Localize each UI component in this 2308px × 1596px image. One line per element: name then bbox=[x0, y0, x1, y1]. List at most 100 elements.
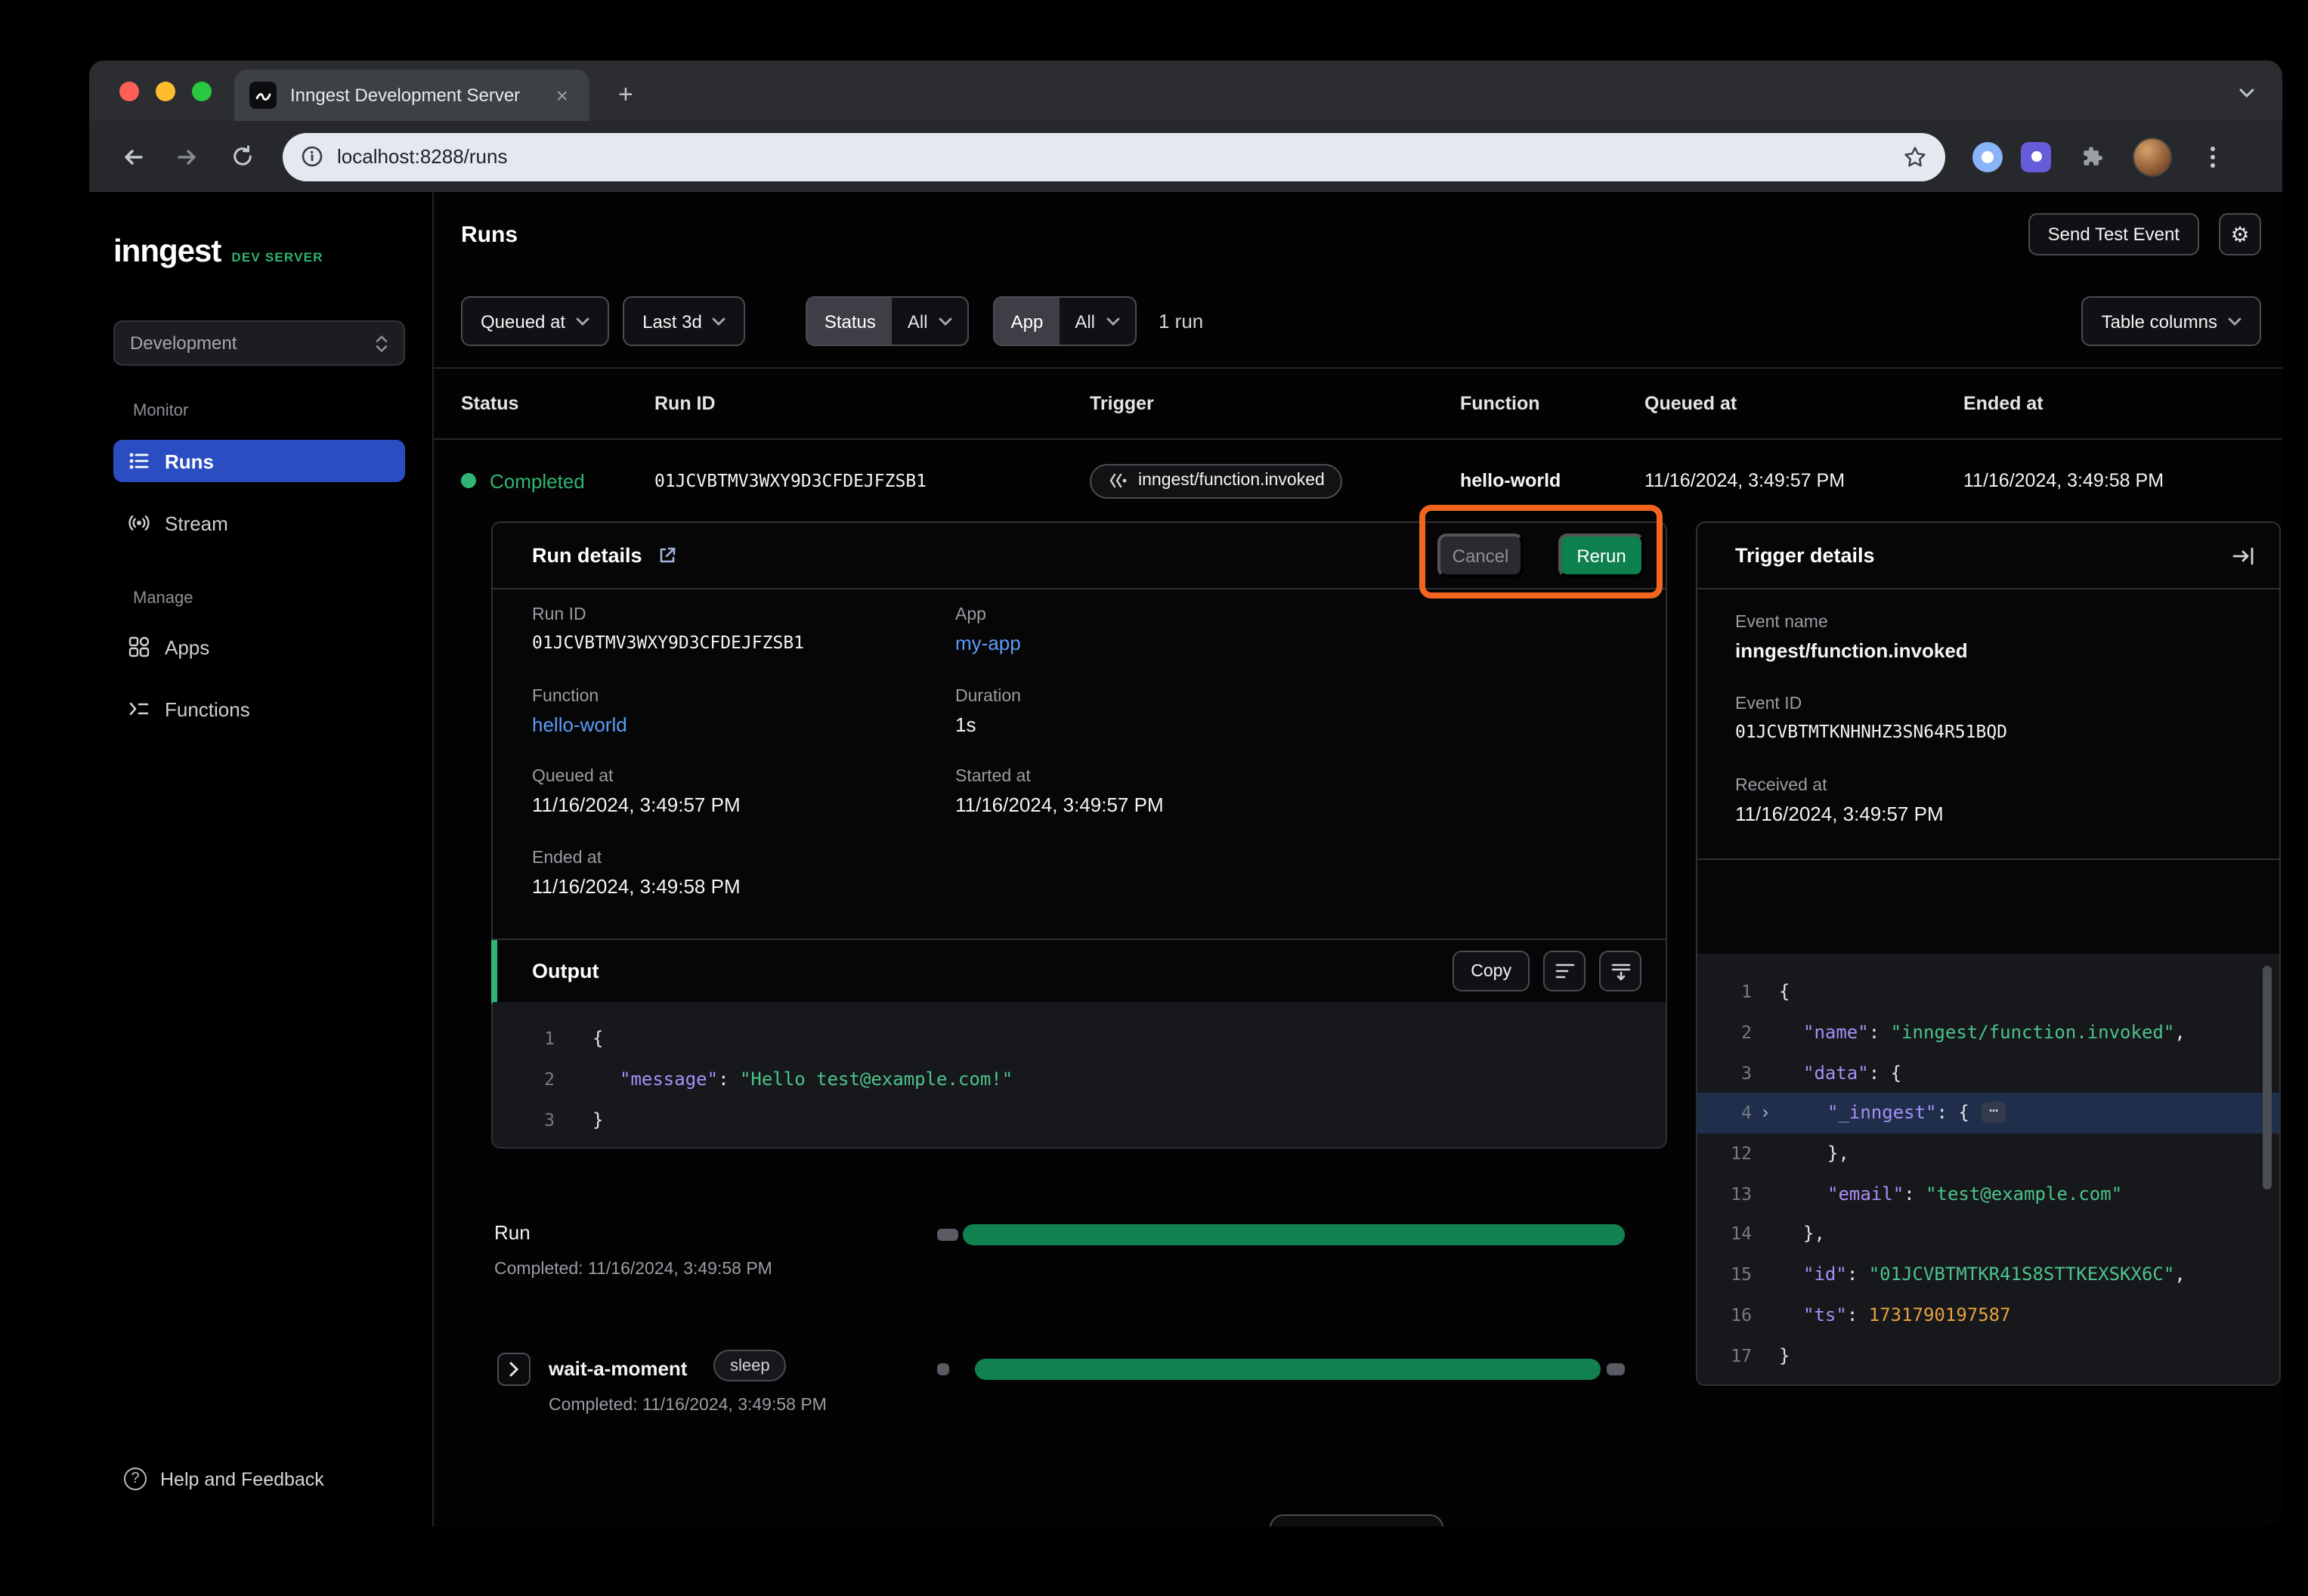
code-token: : bbox=[1904, 1183, 1926, 1205]
inngest-logo: inngest bbox=[113, 234, 221, 271]
browser-menu-icon[interactable] bbox=[2190, 134, 2235, 179]
column-status[interactable]: Status bbox=[434, 393, 654, 414]
field-label: Received at bbox=[1735, 777, 1944, 795]
site-info-icon[interactable] bbox=[301, 145, 323, 168]
code-token: }, bbox=[1803, 1223, 1825, 1245]
forward-icon[interactable] bbox=[165, 134, 210, 179]
jump-to-bottom-button[interactable] bbox=[1599, 951, 1641, 991]
tab-close-icon[interactable]: × bbox=[550, 82, 574, 109]
code-line-collapsed[interactable]: 4 › "_inngest" : { ⋯ bbox=[1697, 1093, 2279, 1133]
url-text[interactable]: localhost:8288/runs bbox=[337, 145, 1889, 168]
cancel-button[interactable]: Cancel bbox=[1437, 534, 1524, 577]
trigger-details-header: Trigger details bbox=[1697, 523, 2279, 589]
code-token: "data" bbox=[1803, 1062, 1869, 1083]
profile-avatar[interactable] bbox=[2133, 137, 2172, 176]
trigger-badge[interactable]: inngest/function.invoked bbox=[1090, 463, 1343, 498]
row-run-id: 01JCVBTMV3WXY9D3CFDEJFZSB1 bbox=[654, 470, 927, 491]
reload-icon[interactable] bbox=[219, 134, 265, 179]
code-token: "ts" bbox=[1803, 1304, 1847, 1325]
settings-button[interactable]: ⚙ bbox=[2219, 213, 2261, 255]
sidebar-item-functions[interactable]: Functions bbox=[113, 688, 405, 730]
extensions-puzzle-icon[interactable] bbox=[2069, 134, 2115, 179]
sidebar-item-runs[interactable]: Runs bbox=[113, 440, 405, 482]
column-run-id[interactable]: Run ID bbox=[654, 393, 1090, 414]
environment-select[interactable]: Development bbox=[113, 320, 405, 366]
app-filter[interactable]: App All bbox=[993, 296, 1136, 346]
field-app: App my-app bbox=[955, 606, 1021, 654]
line-number: 14 bbox=[1697, 1223, 1752, 1245]
chevron-down-icon bbox=[713, 317, 726, 326]
wrap-lines-button[interactable] bbox=[1543, 951, 1586, 991]
column-queued-at[interactable]: Queued at bbox=[1644, 393, 1963, 414]
field-value: inngest/function.invoked bbox=[1735, 639, 1968, 662]
extension-pinned-icon[interactable] bbox=[2021, 141, 2051, 172]
code-token: "_inngest" bbox=[1827, 1103, 1937, 1124]
output-title: Output bbox=[532, 960, 599, 982]
app-link[interactable]: my-app bbox=[955, 632, 1021, 654]
time-range-filter[interactable]: Last 3d bbox=[623, 296, 746, 346]
close-window-button[interactable] bbox=[119, 82, 139, 101]
code-line: 14 }, bbox=[1697, 1214, 2279, 1254]
timeline-scroll-stub[interactable] bbox=[1270, 1514, 1443, 1526]
code-line: 17 } bbox=[1697, 1335, 2279, 1375]
scrollbar-thumb[interactable] bbox=[2263, 966, 2272, 1189]
field-label: Started at bbox=[955, 768, 1164, 786]
code-line: 15 "id" : "01JCVBTMTKR41S8STTKEXSKX6C" , bbox=[1697, 1254, 2279, 1294]
queued-at-filter[interactable]: Queued at bbox=[461, 296, 609, 346]
browser-tab[interactable]: Inngest Development Server × bbox=[234, 70, 589, 121]
timeline-step-bar[interactable] bbox=[975, 1359, 1601, 1380]
sidebar-item-stream[interactable]: Stream bbox=[113, 502, 405, 544]
timeline-step-name[interactable]: wait-a-moment bbox=[549, 1357, 687, 1380]
rerun-button[interactable]: Rerun bbox=[1558, 534, 1644, 577]
sidebar-item-label: Functions bbox=[165, 697, 250, 720]
trigger-details-title: Trigger details bbox=[1735, 544, 1875, 567]
tab-search-chevron-icon[interactable] bbox=[2238, 79, 2255, 106]
dock-right-icon[interactable] bbox=[2232, 546, 2255, 564]
timeline-run-label[interactable]: Run bbox=[494, 1221, 531, 1244]
expand-step-button[interactable] bbox=[497, 1353, 531, 1386]
code-token: } bbox=[592, 1109, 603, 1130]
line-number: 2 bbox=[493, 1068, 555, 1089]
output-copy-button[interactable]: Copy bbox=[1453, 951, 1530, 991]
line-number: 4 bbox=[1697, 1103, 1752, 1124]
code-token: "test@example.com" bbox=[1926, 1183, 2122, 1205]
table-columns-button[interactable]: Table columns bbox=[2082, 296, 2261, 346]
column-ended-at[interactable]: Ended at bbox=[1963, 393, 2282, 414]
event-payload-code: 1 { 2 "name" : "inngest/function.invoked… bbox=[1697, 954, 2279, 1384]
back-icon[interactable] bbox=[110, 134, 156, 179]
dev-server-badge: DEV SERVER bbox=[231, 249, 323, 264]
sidebar-item-apps[interactable]: Apps bbox=[113, 626, 405, 668]
column-function[interactable]: Function bbox=[1460, 393, 1644, 414]
field-label: Queued at bbox=[532, 768, 741, 786]
field-label: Run ID bbox=[532, 606, 804, 624]
column-trigger[interactable]: Trigger bbox=[1090, 393, 1460, 414]
bookmark-star-icon[interactable] bbox=[1903, 144, 1927, 169]
address-bar[interactable]: localhost:8288/runs bbox=[283, 132, 1945, 181]
fold-ellipsis[interactable]: ⋯ bbox=[1982, 1103, 2006, 1124]
code-token: "message" bbox=[620, 1068, 718, 1089]
logo: inngest DEV SERVER bbox=[113, 234, 323, 271]
timeline-run-bar[interactable] bbox=[963, 1224, 1625, 1245]
help-and-feedback[interactable]: ? Help and Feedback bbox=[124, 1468, 324, 1490]
open-in-new-icon[interactable] bbox=[657, 546, 677, 565]
zoom-window-button[interactable] bbox=[192, 82, 212, 101]
function-link[interactable]: hello-world bbox=[532, 713, 627, 736]
status-filter[interactable]: Status All bbox=[806, 296, 969, 346]
minimize-window-button[interactable] bbox=[156, 82, 175, 101]
chevron-down-icon bbox=[2228, 317, 2241, 326]
field-value: 01JCVBTMTKNHNHZ3SN64R51BQD bbox=[1735, 721, 2007, 742]
row-status: Completed bbox=[490, 469, 585, 492]
run-details-card: Run details Cancel Rerun Run ID bbox=[491, 521, 1667, 1149]
chevron-down-icon bbox=[939, 317, 952, 326]
password-manager-icon[interactable] bbox=[1972, 141, 2003, 172]
code-token: 1731790197587 bbox=[1869, 1304, 2011, 1325]
send-test-event-button[interactable]: Send Test Event bbox=[2028, 213, 2199, 255]
status-filter-value: All bbox=[908, 311, 928, 332]
row-ended-at: 11/16/2024, 3:49:58 PM bbox=[1963, 470, 2282, 491]
table-row[interactable]: Completed 01JCVBTMV3WXY9D3CFDEJFZSB1 inn… bbox=[434, 440, 2282, 521]
cancel-label: Cancel bbox=[1453, 545, 1509, 566]
new-tab-button[interactable]: + bbox=[609, 79, 642, 110]
stream-icon bbox=[128, 512, 150, 534]
code-line: 3 } bbox=[493, 1099, 1666, 1140]
fold-caret-icon[interactable]: › bbox=[1752, 1103, 1779, 1124]
